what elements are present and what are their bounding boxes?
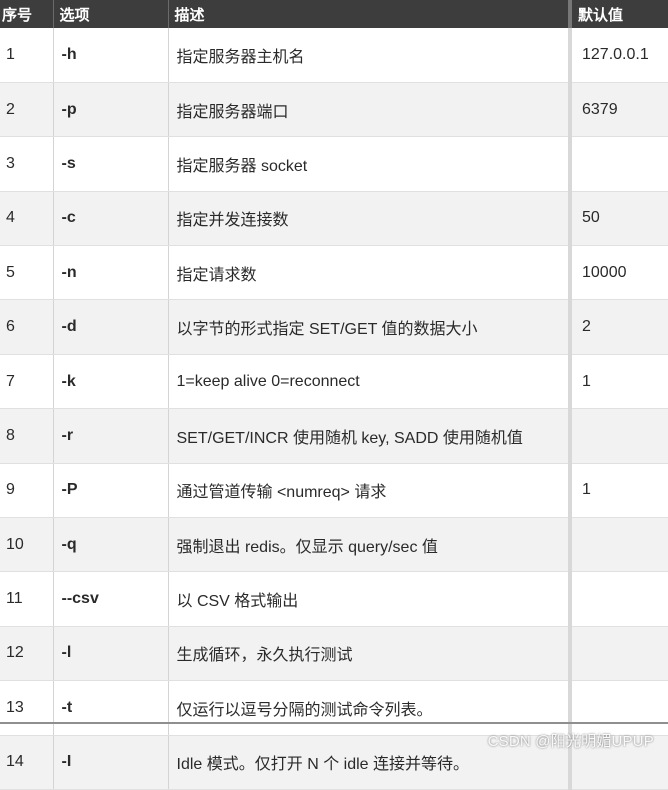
cell-description: 指定服务器端口 xyxy=(168,82,571,138)
cell-description: SET/GET/INCR 使用随机 key, SADD 使用随机值 xyxy=(168,408,571,464)
cell-default xyxy=(568,136,668,192)
table-header: 序号 选项 描述 默认值 xyxy=(0,0,668,28)
cell-no: 2 xyxy=(0,82,54,138)
header-description: 描述 xyxy=(168,0,571,28)
table-row: 12 -l 生成循环，永久执行测试 xyxy=(0,626,668,682)
cell-no: 7 xyxy=(0,354,54,410)
cell-default xyxy=(568,517,668,573)
cell-option: -p xyxy=(53,82,169,138)
cell-description: 1=keep alive 0=reconnect xyxy=(168,354,571,410)
cell-default xyxy=(568,626,668,682)
cell-default: 6379 xyxy=(568,82,668,138)
cell-option: -P xyxy=(53,463,169,519)
cell-description: 指定请求数 xyxy=(168,245,571,301)
header-option: 选项 xyxy=(53,0,169,28)
cell-description: 指定服务器主机名 xyxy=(168,28,571,83)
cell-option: -n xyxy=(53,245,169,301)
table-row: 7 -k 1=keep alive 0=reconnect 1 xyxy=(0,354,668,410)
table-row: 6 -d 以字节的形式指定 SET/GET 值的数据大小 2 xyxy=(0,299,668,355)
cell-default: 1 xyxy=(568,354,668,410)
table-row: 2 -p 指定服务器端口 6379 xyxy=(0,82,668,138)
watermark: CSDN @阳光明媚UPUP xyxy=(487,733,654,750)
cell-option: --csv xyxy=(53,571,169,627)
cell-description: 通过管道传输 <numreq> 请求 xyxy=(168,463,571,519)
table-row: 11 --csv 以 CSV 格式输出 xyxy=(0,571,668,627)
cell-option: -l xyxy=(53,626,169,682)
cell-no: 14 xyxy=(0,735,54,790)
cell-option: -c xyxy=(53,191,169,247)
cell-description: 仅运行以逗号分隔的测试命令列表。 xyxy=(168,680,571,736)
cell-default xyxy=(568,571,668,627)
cell-default: 10000 xyxy=(568,245,668,301)
cell-no: 8 xyxy=(0,408,54,464)
table-row: 4 -c 指定并发连接数 50 xyxy=(0,191,668,247)
cell-no: 3 xyxy=(0,136,54,192)
header-no: 序号 xyxy=(0,0,54,28)
cell-description: 以字节的形式指定 SET/GET 值的数据大小 xyxy=(168,299,571,355)
redis-benchmark-options-table: 序号 选项 描述 默认值 1 -h 指定服务器主机名 127.0.0.1 2 -p 指定服务… xyxy=(0,0,668,790)
cell-default xyxy=(568,408,668,464)
table-row: 3 -s 指定服务器 socket xyxy=(0,136,668,192)
cell-default: 50 xyxy=(568,191,668,247)
cell-option: -d xyxy=(53,299,169,355)
cell-no: 12 xyxy=(0,626,54,682)
cell-option: -t xyxy=(53,680,169,736)
cell-option: -k xyxy=(53,354,169,410)
cell-option: -r xyxy=(53,408,169,464)
cell-no: 13 xyxy=(0,680,54,736)
cell-no: 11 xyxy=(0,571,54,627)
table-divider-line xyxy=(0,722,668,724)
cell-description: 以 CSV 格式输出 xyxy=(168,571,571,627)
cell-description: 强制退出 redis。仅显示 query/sec 值 xyxy=(168,517,571,573)
cell-default xyxy=(568,680,668,736)
table-row: 13 -t 仅运行以逗号分隔的测试命令列表。 xyxy=(0,680,668,736)
header-default: 默认值 xyxy=(568,0,668,28)
cell-no: 10 xyxy=(0,517,54,573)
cell-no: 1 xyxy=(0,28,54,83)
cell-no: 9 xyxy=(0,463,54,519)
table-row: 5 -n 指定请求数 10000 xyxy=(0,245,668,301)
header-row: 序号 选项 描述 默认值 xyxy=(0,0,668,28)
cell-default: 2 xyxy=(568,299,668,355)
cell-option: -h xyxy=(53,28,169,83)
table-row: 9 -P 通过管道传输 <numreq> 请求 1 xyxy=(0,463,668,519)
cell-no: 6 xyxy=(0,299,54,355)
cell-option: -q xyxy=(53,517,169,573)
cell-no: 4 xyxy=(0,191,54,247)
table-body: 1 -h 指定服务器主机名 127.0.0.1 2 -p 指定服务器端口 6379 3 -s 指定服… xyxy=(0,28,668,790)
table-row: 1 -h 指定服务器主机名 127.0.0.1 xyxy=(0,28,668,83)
cell-default: 1 xyxy=(568,463,668,519)
cell-option: -I xyxy=(53,735,169,790)
cell-option: -s xyxy=(53,136,169,192)
cell-no: 5 xyxy=(0,245,54,301)
table-row: 8 -r SET/GET/INCR 使用随机 key, SADD 使用随机值 xyxy=(0,408,668,464)
cell-description: 指定并发连接数 xyxy=(168,191,571,247)
cell-description: 生成循环，永久执行测试 xyxy=(168,626,571,682)
table-row: 10 -q 强制退出 redis。仅显示 query/sec 值 xyxy=(0,517,668,573)
cell-default: 127.0.0.1 xyxy=(568,28,668,83)
cell-description: 指定服务器 socket xyxy=(168,136,571,192)
